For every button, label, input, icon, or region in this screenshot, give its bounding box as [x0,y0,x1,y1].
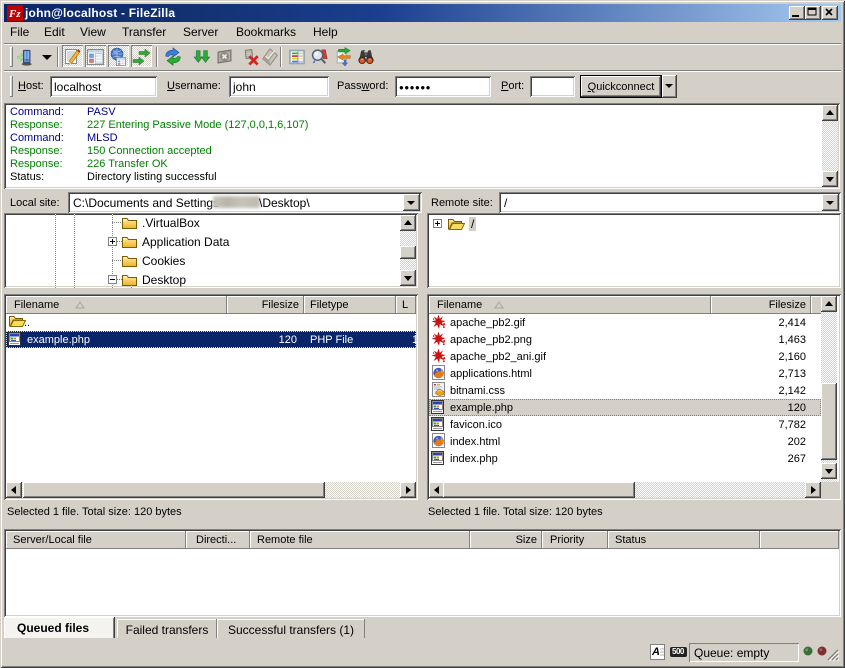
svg-text:Fz: Fz [8,8,21,20]
